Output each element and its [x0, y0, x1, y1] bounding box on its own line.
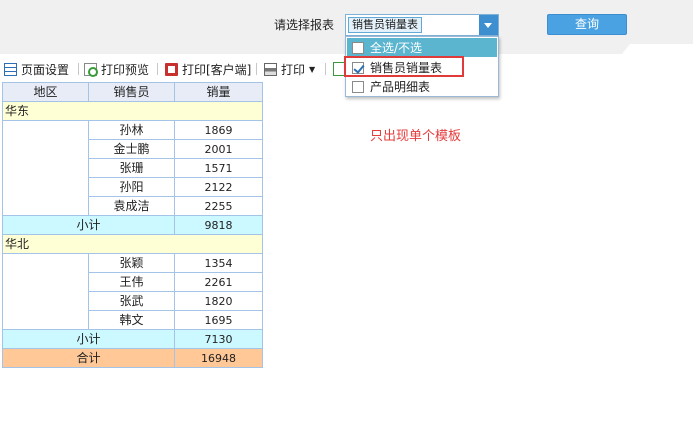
salesperson-cell: 孙林	[88, 120, 175, 140]
region-name: 华北	[2, 234, 263, 254]
printer-icon	[264, 62, 277, 76]
quantity-cell: 2255	[174, 196, 263, 216]
print-label: 打印	[281, 62, 306, 77]
dropdown-item-select-all[interactable]: 全选/不选	[347, 38, 497, 57]
report-select[interactable]: 销售员销量表	[345, 14, 499, 36]
caret-down-icon[interactable]: ▼	[309, 65, 315, 74]
subtotal-label: 小计	[2, 215, 175, 235]
page-setup-label: 页面设置	[21, 62, 70, 77]
toolbar-divider	[325, 63, 326, 75]
salesperson-cell: 袁成洁	[88, 196, 175, 216]
print-client-button[interactable]: 打印[客户端]	[165, 61, 251, 77]
toolbar-divider	[78, 63, 79, 75]
sales-report-table: 地区 销售员 销量 华东 孙林 1869 金士鹏 2001 张珊 1571 孙阳…	[2, 82, 263, 368]
table-row: 张颖 1354	[2, 253, 263, 330]
checkbox-icon[interactable]	[352, 80, 364, 93]
quantity-cell: 1869	[174, 120, 263, 140]
query-button[interactable]: 查询	[547, 14, 627, 35]
page-setup-icon	[4, 62, 17, 76]
print-button[interactable]: 打印 ▼	[264, 61, 315, 77]
quantity-cell: 2122	[174, 177, 263, 197]
bar-notch	[622, 44, 693, 54]
header-quantity: 销量	[174, 82, 263, 102]
salesperson-cell: 金士鹏	[88, 139, 175, 159]
salesperson-cell: 张珊	[88, 158, 175, 178]
salesperson-cell: 张武	[88, 291, 175, 311]
salesperson-cell: 韩文	[88, 310, 175, 330]
quantity-cell: 1695	[174, 310, 263, 330]
total-row: 合计 16948	[2, 348, 263, 368]
pdf-icon	[165, 62, 178, 76]
quantity-cell: 1354	[174, 253, 263, 273]
chevron-down-icon[interactable]	[479, 15, 498, 35]
dropdown-item-product-report[interactable]: 产品明细表	[347, 77, 497, 96]
region-blank-cell	[2, 120, 89, 216]
subtotal-value: 7130	[174, 329, 263, 349]
header-region: 地区	[2, 82, 89, 102]
selected-report-tag[interactable]: 销售员销量表	[348, 17, 422, 33]
quantity-cell: 1820	[174, 291, 263, 311]
page-setup-button[interactable]: 页面设置	[4, 61, 69, 77]
total-label: 合计	[2, 348, 175, 368]
region-row: 华东	[2, 101, 263, 121]
subtotal-value: 9818	[174, 215, 263, 235]
table-row: 孙林 1869	[2, 120, 263, 216]
quantity-cell: 2001	[174, 139, 263, 159]
subtotal-label: 小计	[2, 329, 175, 349]
region-name: 华东	[2, 101, 263, 121]
annotation-text: 只出现单个模板	[370, 129, 462, 144]
print-preview-button[interactable]: 打印预览	[84, 61, 149, 77]
dropdown-item-label: 全选/不选	[370, 41, 423, 55]
region-row: 华北	[2, 234, 263, 254]
subtotal-row: 小计 9818	[2, 215, 263, 235]
checkbox-icon[interactable]	[352, 41, 364, 54]
total-value: 16948	[174, 348, 263, 368]
annotation-highlight-box	[344, 56, 464, 77]
region-blank-cell	[2, 253, 89, 330]
print-client-label: 打印[客户端]	[182, 62, 252, 77]
salesperson-cell: 张颖	[88, 253, 175, 273]
quantity-cell: 2261	[174, 272, 263, 292]
table-header-row: 地区 销售员 销量	[2, 82, 263, 102]
salesperson-cell: 孙阳	[88, 177, 175, 197]
print-preview-icon	[84, 62, 98, 77]
print-preview-label: 打印预览	[101, 62, 150, 77]
header-salesperson: 销售员	[88, 82, 175, 102]
quantity-cell: 1571	[174, 158, 263, 178]
dropdown-item-label: 产品明细表	[370, 80, 431, 94]
toolbar-divider	[256, 63, 257, 75]
toolbar-divider	[157, 63, 158, 75]
salesperson-cell: 王伟	[88, 272, 175, 292]
report-select-label: 请选择报表	[274, 18, 335, 32]
subtotal-row: 小计 7130	[2, 329, 263, 349]
